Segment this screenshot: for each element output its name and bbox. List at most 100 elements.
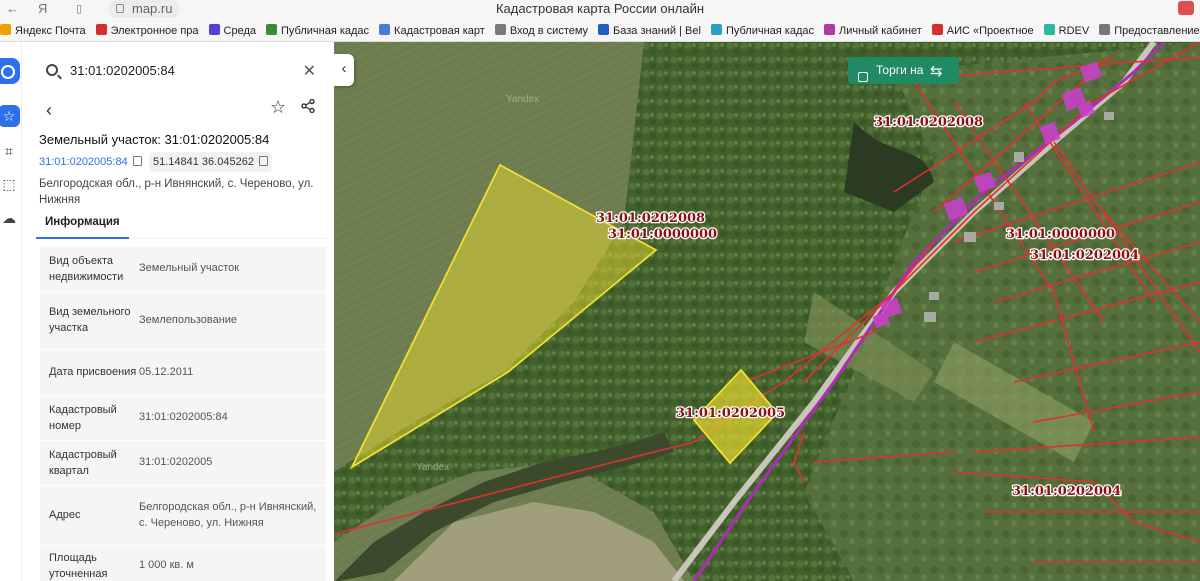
bookmark-label: АИС «Проектное xyxy=(946,25,1034,37)
attribute-value: 31:01:0202005:84 xyxy=(139,411,228,423)
bookmarks-bar: Яндекс Почта Электронное пра Среда Публична… xyxy=(0,20,1200,42)
attribute-key: Площадь уточненная xyxy=(49,552,108,580)
tab-information[interactable]: Информация xyxy=(36,210,129,239)
bookmark-icon xyxy=(208,24,220,35)
cadastral-number-chip[interactable]: 31:01:0202005:84 xyxy=(35,152,146,172)
favorite-star-button[interactable]: ☆ xyxy=(270,97,286,118)
attribute-value: Земельный участок xyxy=(139,262,240,274)
cloud-icon[interactable]: ☁ xyxy=(0,207,20,229)
browser-title-bar: ← Я ▯ map.ru Кадастровая карта России он… xyxy=(0,0,1200,20)
bookmark-icon xyxy=(823,24,835,35)
cadastral-number-chip-label: 31:01:0202005:84 xyxy=(39,156,128,168)
quarter-label: 31:01:0000000 xyxy=(608,227,717,242)
attribute-key: Вид объекта недвижимости xyxy=(49,255,124,283)
polygon-tool-icon[interactable]: ⌗ xyxy=(0,140,20,162)
bookmark-label: Предоставление xyxy=(1114,25,1200,37)
bookmark-label: RDEV xyxy=(1058,25,1090,37)
attribute-value: Землепользование xyxy=(139,314,238,326)
selection-tool-icon[interactable]: ⬚ xyxy=(0,173,20,195)
yandex-watermark: Yandex xyxy=(416,462,449,473)
close-tab-button[interactable] xyxy=(1178,1,1194,15)
quarter-label: 31:01:0202008 xyxy=(874,115,983,130)
left-rail: ☆ ⌗ ⬚ ☁ xyxy=(0,42,22,581)
bookmark-item[interactable]: Вход в систему xyxy=(494,20,589,41)
bookmark-icon xyxy=(710,24,722,35)
share-button[interactable] xyxy=(301,98,315,117)
search-icon xyxy=(46,64,58,76)
share-icon xyxy=(301,98,315,114)
bookmark-item[interactable]: База знаний | Bel xyxy=(598,20,701,41)
parcel-address: Белгородская обл., р-н Ивнянский, с. Чер… xyxy=(39,178,314,206)
info-panel: ✕ ‹ ☆ Земельный участок: 31:01:0202005:8… xyxy=(22,42,333,581)
bookmark-label: Публичная кадас xyxy=(725,25,814,37)
clear-search-icon[interactable]: ✕ xyxy=(303,61,316,81)
attribute-row: Кадастровый номер 31:01:0202005:84 xyxy=(40,396,326,440)
torgi-arrow-icon: ⇆ xyxy=(930,63,943,80)
attribute-value: 1 000 кв. м xyxy=(139,559,194,571)
bookmark-icon xyxy=(598,24,610,35)
bookmark-item[interactable]: Яндекс Почта xyxy=(0,20,86,41)
bookmark-icon xyxy=(266,24,277,35)
bookmark-icon xyxy=(379,24,391,35)
quarter-label: 31:01:0202004 xyxy=(1030,248,1139,263)
quarter-label: 31:01:0202005 xyxy=(676,406,785,421)
attribute-row: Вид земельного участка Землепользование xyxy=(40,292,326,349)
bookmark-item[interactable]: Личный кабинет xyxy=(823,20,922,41)
bookmark-label: Публичная кадас xyxy=(281,25,370,37)
attribute-key: Вид земельного участка xyxy=(49,306,131,334)
search-input[interactable] xyxy=(70,63,290,78)
quarter-label: 31:01:0202004 xyxy=(1012,484,1121,499)
quarter-label: 31:01:0000000 xyxy=(1006,227,1115,242)
bookmark-item[interactable]: Кадастровая карт xyxy=(379,20,485,41)
bookmark-icon xyxy=(1043,24,1055,35)
bookmark-label: Электронное пра xyxy=(110,25,199,37)
back-button[interactable]: ‹ xyxy=(46,100,52,121)
copy-icon[interactable] xyxy=(132,156,142,166)
bookmark-label: Среда xyxy=(223,25,256,37)
bookmark-item[interactable]: RDEV xyxy=(1043,20,1090,41)
bookmark-label: База знаний | Bel xyxy=(613,25,701,37)
satellite-map[interactable]: Yandex Yandex 31:01:0202008 31:01:020200… xyxy=(334,42,1200,581)
attribute-row: Дата присвоения 05.12.2011 xyxy=(40,350,326,395)
attribute-key: Адрес xyxy=(49,509,81,521)
torgi-checkbox[interactable] xyxy=(858,72,868,82)
attribute-key: Кадастровый номер xyxy=(49,404,117,432)
copy-icon[interactable] xyxy=(258,156,268,166)
bookmark-item[interactable]: Публичная кадас xyxy=(710,20,814,41)
collapse-panel-button[interactable]: ‹ xyxy=(334,54,354,86)
bookmark-item[interactable]: Предоставление xyxy=(1099,20,1200,41)
bookmark-icon xyxy=(1099,24,1111,35)
attribute-value: 31:01:0202005 xyxy=(139,456,213,468)
attribute-key: Дата присвоения xyxy=(49,366,137,378)
attribute-row: Адрес Белгородская обл., р-н Ивнянский, с… xyxy=(40,486,326,545)
bookmark-icon xyxy=(494,24,506,35)
bookmark-label: Вход в систему xyxy=(509,25,589,37)
attribute-row: Кадастровый квартал 31:01:0202005 xyxy=(40,441,326,485)
attribute-value: 05.12.2011 xyxy=(139,366,194,378)
attributes-table: Вид объекта недвижимости Земельный участо… xyxy=(40,247,326,581)
bookmark-item[interactable]: Среда xyxy=(208,20,256,41)
map-logo-icon[interactable] xyxy=(0,58,20,84)
bookmark-icon xyxy=(95,24,107,35)
bookmark-item[interactable]: Публичная кадас xyxy=(266,20,370,41)
attribute-value: Белгородская обл., р-н Ивнянский, с. Чер… xyxy=(139,501,317,529)
attribute-row: Вид объекта недвижимости Земельный участо… xyxy=(40,247,326,291)
attribute-row: Площадь уточненная 1 000 кв. м xyxy=(40,546,326,581)
search-box: ✕ xyxy=(36,56,324,88)
bookmark-icon xyxy=(0,24,11,35)
favorites-star-icon[interactable]: ☆ xyxy=(0,105,20,127)
parcel-title: Земельный участок: 31:01:0202005:84 xyxy=(39,132,270,147)
bookmark-item[interactable]: АИС «Проектное xyxy=(931,20,1034,41)
yandex-watermark: Yandex xyxy=(506,94,539,105)
map-view[interactable]: Yandex Yandex 31:01:0202008 31:01:020200… xyxy=(334,42,1200,581)
torgi-label: Торги на xyxy=(876,63,924,77)
torgi-toggle-button[interactable]: Торги на ⇆ xyxy=(848,57,959,84)
attribute-key: Кадастровый квартал xyxy=(49,449,117,477)
page-title: Кадастровая карта России онлайн xyxy=(495,1,705,16)
bookmark-item[interactable]: Электронное пра xyxy=(95,20,199,41)
quarter-label: 31:01:0202008 xyxy=(596,211,705,226)
bookmark-label: Яндекс Почта xyxy=(15,25,86,37)
coordinates-chip-label: 51.14841 36.045262 xyxy=(153,156,254,168)
panel-tabs: Информация xyxy=(36,210,326,239)
coordinates-chip[interactable]: 51.14841 36.045262 xyxy=(149,152,272,172)
